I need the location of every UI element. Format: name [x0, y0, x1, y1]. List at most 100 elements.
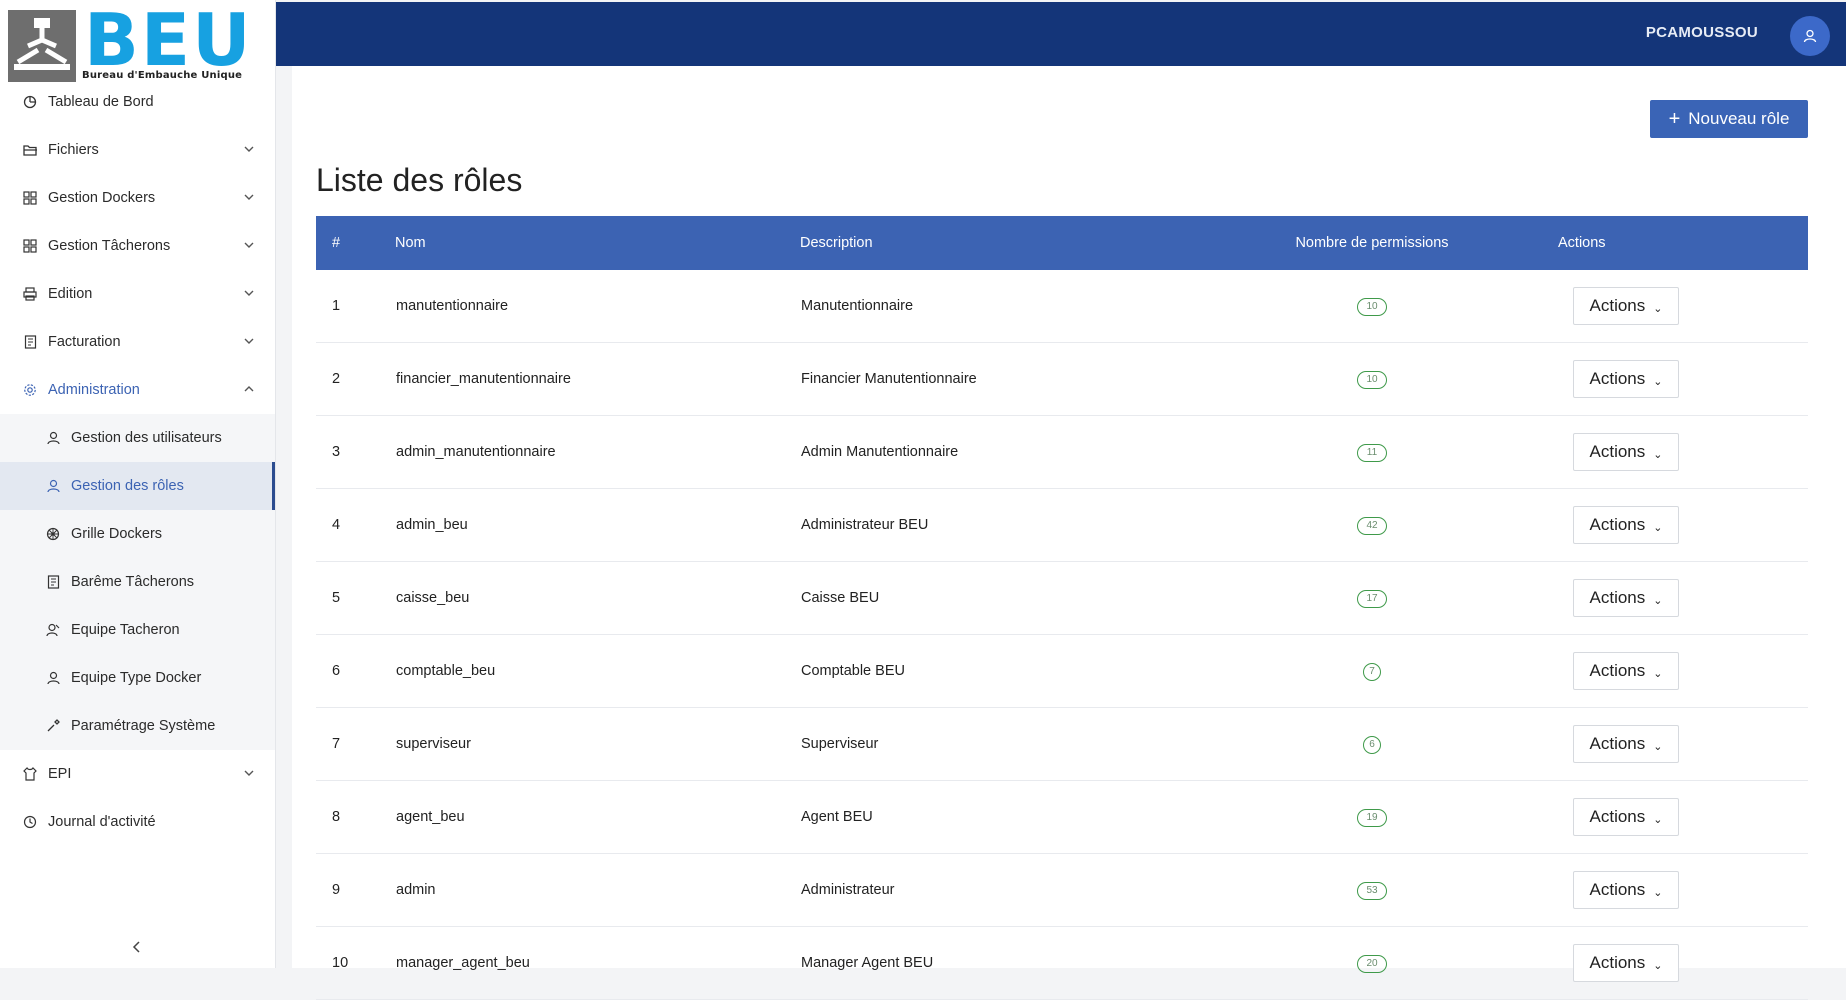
printer-icon: [22, 286, 38, 302]
shirt-icon: [22, 766, 38, 782]
permissions-badge: 7: [1363, 662, 1381, 681]
username-label[interactable]: PCAMOUSSOU: [1646, 24, 1758, 41]
sidebar-item-equipe-tacheron[interactable]: Equipe Tacheron: [0, 606, 275, 654]
row-number: 4: [316, 488, 395, 562]
chevron-down-icon: ⌄: [1653, 667, 1663, 680]
permissions-cell: 20: [1186, 926, 1558, 1000]
permissions-cell: 11: [1186, 415, 1558, 489]
sidebar-item-equipe-type-docker[interactable]: Equipe Type Docker: [0, 654, 275, 702]
chevron-down-icon: [244, 770, 254, 776]
sidebar-item-label: Edition: [48, 286, 93, 302]
actions-label: Actions: [1589, 369, 1646, 388]
user-icon: [1803, 29, 1817, 43]
sidebar-item-label: Tableau de Bord: [48, 94, 154, 110]
permissions-badge: 20: [1357, 954, 1387, 973]
user-icon: [45, 478, 61, 494]
new-role-button[interactable]: + Nouveau rôle: [1650, 100, 1808, 138]
actions-dropdown-button[interactable]: Actions ⌄: [1573, 506, 1679, 544]
actions-dropdown-button[interactable]: Actions ⌄: [1573, 652, 1679, 690]
chevron-down-icon: ⌄: [1653, 886, 1663, 899]
actions-dropdown-button[interactable]: Actions ⌄: [1573, 360, 1679, 398]
role-name: superviseur: [395, 707, 800, 781]
grid-icon: [22, 190, 38, 206]
sidebar-item-fichiers[interactable]: Fichiers: [0, 126, 275, 174]
administration-submenu: Gestion des utilisateurs Gestion des rôl…: [0, 414, 275, 750]
actions-dropdown-button[interactable]: Actions ⌄: [1573, 287, 1679, 325]
chevron-left-icon[interactable]: [128, 938, 146, 956]
sidebar-item-label: Fichiers: [48, 142, 99, 158]
role-description: Manager Agent BEU: [800, 926, 1186, 1000]
sidebar-item-label: Gestion Tâcherons: [48, 238, 171, 254]
plus-icon: +: [1668, 108, 1681, 130]
column-header-nom[interactable]: Nom: [395, 216, 800, 270]
table-header: # Nom Description Nombre de permissions …: [316, 216, 1808, 270]
actions-cell: Actions ⌄: [1558, 707, 1808, 781]
table-row: 4 admin_beu Administrateur BEU 42 Action…: [316, 488, 1808, 562]
actions-cell: Actions ⌄: [1558, 634, 1808, 708]
row-number: 6: [316, 634, 395, 708]
chevron-down-icon: [244, 146, 254, 152]
sidebar-item-gestion-roles[interactable]: Gestion des rôles: [0, 462, 275, 510]
sidebar-item-label: Grille Dockers: [71, 526, 163, 542]
permissions-badge: 17: [1357, 589, 1387, 608]
role-name: caisse_beu: [395, 561, 800, 635]
sidebar-item-bareme-tacherons[interactable]: Barême Tâcherons: [0, 558, 275, 606]
avatar[interactable]: [1790, 16, 1830, 56]
app-logo[interactable]: BEU Bureau d'Embauche Unique: [8, 4, 251, 82]
new-role-label: Nouveau rôle: [1688, 109, 1790, 128]
role-description: Admin Manutentionnaire: [800, 415, 1186, 489]
invoice-icon: [45, 574, 61, 590]
sidebar-item-facturation[interactable]: Facturation: [0, 318, 275, 366]
actions-dropdown-button[interactable]: Actions ⌄: [1573, 798, 1679, 836]
column-header-actions: Actions: [1558, 235, 1606, 251]
sidebar-item-gestion-tacherons[interactable]: Gestion Tâcherons: [0, 222, 275, 270]
sidebar-item-parametrage-systeme[interactable]: Paramétrage Système: [0, 702, 275, 750]
actions-cell: Actions ⌄: [1558, 780, 1808, 854]
role-name: financier_manutentionnaire: [395, 342, 800, 416]
sidebar-item-gestion-utilisateurs[interactable]: Gestion des utilisateurs: [0, 414, 275, 462]
column-header-num[interactable]: #: [316, 216, 395, 270]
sidebar-nav: Tableau de Bord Fichiers Gestion Dockers…: [0, 78, 275, 846]
actions-dropdown-button[interactable]: Actions ⌄: [1573, 871, 1679, 909]
actions-dropdown-button[interactable]: Actions ⌄: [1573, 579, 1679, 617]
table-row: 2 financier_manutentionnaire Financier M…: [316, 342, 1808, 416]
dashboard-icon: [22, 94, 38, 110]
column-header-permissions[interactable]: Nombre de permissions: [1186, 216, 1558, 270]
chevron-down-icon: [244, 290, 254, 296]
sidebar-item-gestion-dockers[interactable]: Gestion Dockers: [0, 174, 275, 222]
logo-mark: [8, 10, 76, 82]
role-name: agent_beu: [395, 780, 800, 854]
actions-label: Actions: [1589, 953, 1646, 972]
permissions-cell: 19: [1186, 780, 1558, 854]
folder-icon: [22, 142, 38, 158]
sidebar-item-tableau-de-bord[interactable]: Tableau de Bord: [0, 78, 275, 126]
actions-cell: Actions ⌄: [1558, 415, 1808, 489]
chevron-down-icon: ⌄: [1653, 521, 1663, 534]
role-name: admin_beu: [395, 488, 800, 562]
sidebar-item-label: Equipe Type Docker: [71, 670, 202, 686]
sidebar-item-epi[interactable]: EPI: [0, 750, 275, 798]
permissions-cell: 17: [1186, 561, 1558, 635]
role-description: Agent BEU: [800, 780, 1186, 854]
sidebar-item-grille-dockers[interactable]: Grille Dockers: [0, 510, 275, 558]
actions-cell: Actions ⌄: [1558, 561, 1808, 635]
role-description: Administrateur: [800, 853, 1186, 927]
actions-dropdown-button[interactable]: Actions ⌄: [1573, 944, 1679, 982]
sidebar-item-journal-activite[interactable]: Journal d'activité: [0, 798, 275, 846]
user-icon: [45, 670, 61, 686]
permissions-cell: 10: [1186, 270, 1558, 343]
actions-dropdown-button[interactable]: Actions ⌄: [1573, 725, 1679, 763]
table-row: 9 admin Administrateur 53 Actions ⌄: [316, 853, 1808, 927]
column-header-description[interactable]: Description: [800, 216, 1186, 270]
sidebar-item-label: Barême Tâcherons: [71, 574, 195, 590]
sidebar-item-administration[interactable]: Administration: [0, 366, 275, 414]
sidebar-item-edition[interactable]: Edition: [0, 270, 275, 318]
actions-dropdown-button[interactable]: Actions ⌄: [1573, 433, 1679, 471]
actions-label: Actions: [1589, 807, 1646, 826]
topbar: PCAMOUSSOU: [276, 2, 1846, 66]
invoice-icon: [22, 334, 38, 350]
user-icon: [45, 430, 61, 446]
roles-table: # Nom Description Nombre de permissions …: [316, 216, 1808, 1000]
permissions-badge: 19: [1357, 808, 1387, 827]
role-description: Manutentionnaire: [800, 270, 1186, 343]
